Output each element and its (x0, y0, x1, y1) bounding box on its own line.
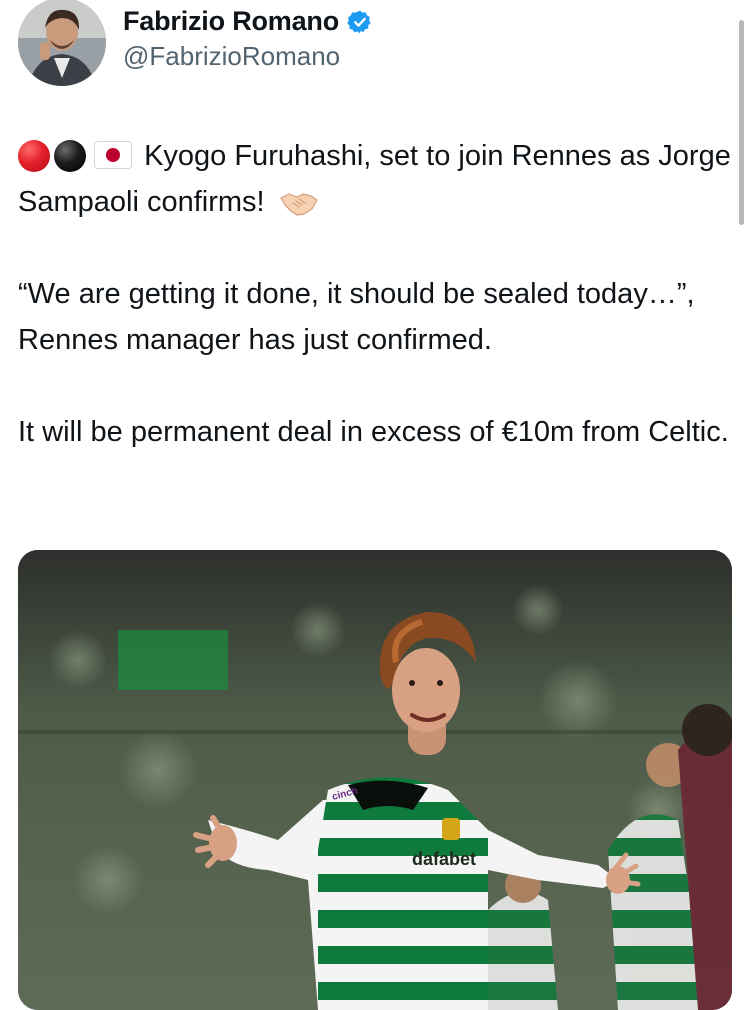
avatar-photo (18, 0, 106, 86)
tweet-paragraph-detail: It will be permanent deal in excess of €… (18, 416, 729, 448)
author-names: Fabrizio Romano @FabrizioRomano (123, 6, 373, 72)
tweet-paragraph-headline: Kyogo Furuhashi, set to join Rennes as J… (18, 133, 733, 225)
author-display-name[interactable]: Fabrizio Romano (123, 6, 339, 37)
tweet-body: Kyogo Furuhashi, set to join Rennes as J… (18, 133, 733, 501)
scrollbar-thumb[interactable] (739, 20, 744, 225)
author-avatar[interactable] (18, 0, 106, 86)
player-celebration-image: dafabet cinch (18, 550, 732, 1010)
tweet-paragraph-quote: “We are getting it done, it should be se… (18, 278, 695, 356)
display-name-row: Fabrizio Romano (123, 6, 373, 37)
kit-sponsor-label: dafabet (412, 849, 476, 869)
author-handle[interactable]: @FabrizioRomano (123, 41, 373, 72)
tweet-media-photo[interactable]: dafabet cinch (18, 550, 732, 1010)
verified-badge-icon (347, 10, 371, 33)
red-circle-icon (18, 140, 50, 172)
black-circle-icon (54, 140, 86, 172)
handshake-icon (280, 193, 318, 216)
tweet-header: Fabrizio Romano @FabrizioRomano (18, 0, 718, 90)
japan-flag-icon (94, 141, 132, 169)
